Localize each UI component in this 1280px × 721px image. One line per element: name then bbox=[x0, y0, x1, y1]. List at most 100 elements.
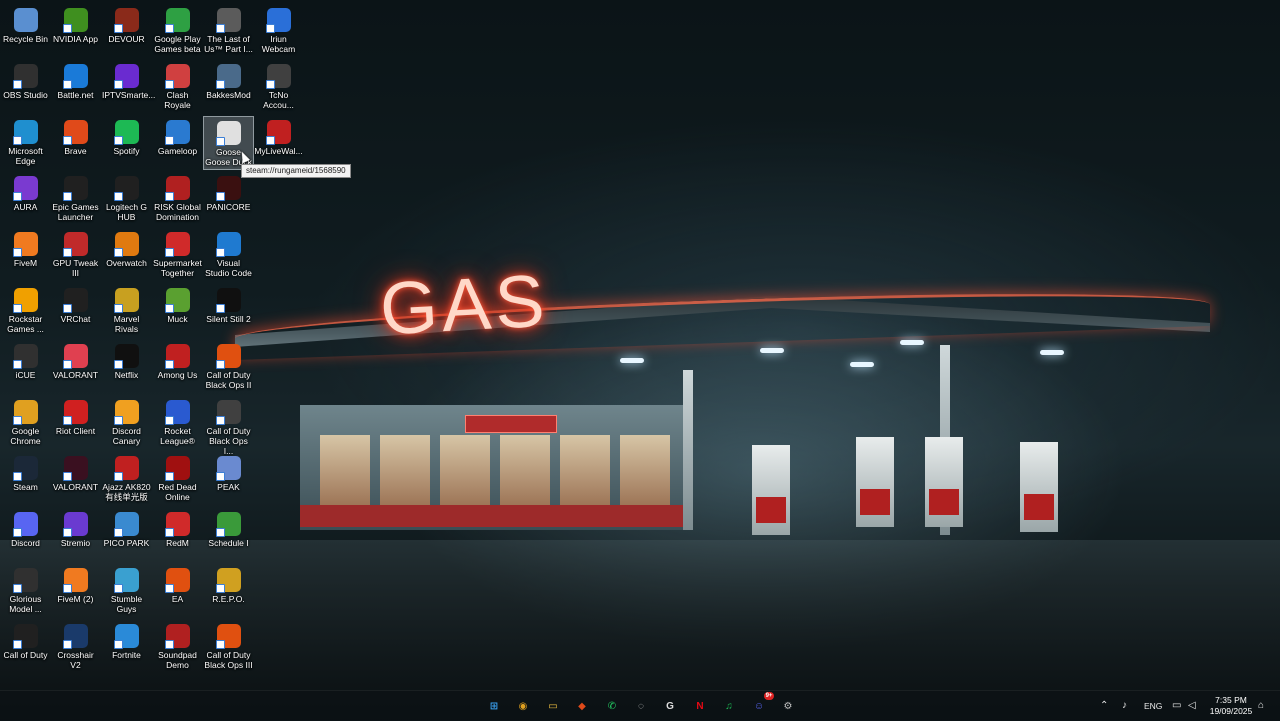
taskbar-clock[interactable]: 7:35 PM 19/09/2025 bbox=[1208, 695, 1254, 717]
wallpaper-store-window bbox=[620, 435, 670, 505]
desktop-shortcut[interactable]: Logitech G HUB bbox=[101, 172, 152, 226]
desktop-shortcut[interactable]: DEVOUR bbox=[101, 4, 152, 58]
desktop-shortcut[interactable]: Supermarket Together bbox=[152, 228, 203, 282]
desktop-shortcut[interactable]: AURA bbox=[0, 172, 51, 226]
spotify-taskbar-icon[interactable]: ♫ bbox=[719, 696, 739, 716]
desktop-shortcut[interactable]: Silent Still 2 bbox=[203, 284, 254, 338]
desktop-shortcut[interactable]: VALORANT bbox=[50, 452, 101, 506]
microphone-icon[interactable]: ♪ bbox=[1122, 700, 1127, 711]
file-explorer-taskbar-icon[interactable]: ▭ bbox=[543, 696, 563, 716]
desktop-shortcut-label: TcNo Accou... bbox=[263, 90, 294, 110]
desktop-shortcut[interactable]: Stumble Guys bbox=[101, 564, 152, 618]
desktop-shortcut-label: Spotify bbox=[113, 146, 140, 156]
desktop-shortcut[interactable]: Glorious Model ... bbox=[0, 564, 51, 618]
desktop-shortcut[interactable]: Battle.net bbox=[50, 60, 101, 114]
desktop-shortcut[interactable]: TcNo Accou... bbox=[253, 60, 304, 114]
desktop-shortcut[interactable]: RISK Global Domination bbox=[152, 172, 203, 226]
whatsapp-taskbar-icon[interactable]: ✆ bbox=[602, 696, 622, 716]
desktop-shortcut[interactable]: PEAK bbox=[203, 452, 254, 506]
desktop-shortcut[interactable]: Call of Duty Black Ops III bbox=[203, 620, 254, 674]
desktop-shortcut[interactable]: Riot Client bbox=[50, 396, 101, 450]
desktop-shortcut-label: R.E.P.O. bbox=[212, 594, 245, 604]
desktop-shortcut-label: FiveM bbox=[13, 258, 38, 268]
wallpaper-light bbox=[620, 358, 644, 363]
gpu-tweak-icon bbox=[62, 232, 88, 257]
desktop-shortcut[interactable]: Crosshair V2 bbox=[50, 620, 101, 674]
desktop-shortcut[interactable]: Overwatch bbox=[101, 228, 152, 282]
desktop-shortcut[interactable]: NVIDIA App bbox=[50, 4, 101, 58]
icue-icon bbox=[12, 344, 38, 369]
desktop-shortcut-label: Among Us bbox=[157, 370, 198, 380]
desktop-shortcut[interactable]: Brave bbox=[50, 116, 101, 170]
desktop-shortcut[interactable]: Clash Royale bbox=[152, 60, 203, 114]
desktop-shortcut[interactable]: Google Chrome bbox=[0, 396, 51, 450]
desktop-shortcut-label: VALORANT bbox=[52, 370, 99, 380]
desktop-shortcut[interactable]: VALORANT bbox=[50, 340, 101, 394]
desktop-shortcut[interactable]: PICO PARK bbox=[101, 508, 152, 562]
brave-taskbar-icon[interactable]: ◆ bbox=[572, 696, 592, 716]
desktop-shortcut[interactable]: Ajazz AK820 有线单光版 bbox=[101, 452, 152, 506]
steam-taskbar-icon[interactable]: ⚙ bbox=[778, 696, 798, 716]
app-circle-taskbar-icon[interactable]: ◌ bbox=[631, 696, 651, 716]
chrome-taskbar-icon[interactable]: ◉ bbox=[513, 696, 533, 716]
desktop-shortcut[interactable]: RedM bbox=[152, 508, 203, 562]
desktop-shortcut[interactable]: Among Us bbox=[152, 340, 203, 394]
desktop-shortcut[interactable]: Stremio bbox=[50, 508, 101, 562]
desktop-shortcut[interactable]: Red Dead Online bbox=[152, 452, 203, 506]
desktop-shortcut[interactable]: R.E.P.O. bbox=[203, 564, 254, 618]
desktop-shortcut[interactable]: iCUE bbox=[0, 340, 51, 394]
desktop-shortcut[interactable]: VRChat bbox=[50, 284, 101, 338]
desktop-shortcut[interactable]: Marvel Rivals bbox=[101, 284, 152, 338]
desktop-shortcut[interactable]: Netflix bbox=[101, 340, 152, 394]
network-icon[interactable]: ▭ bbox=[1172, 700, 1181, 711]
desktop-shortcut[interactable]: Call of Duty Black Ops I... bbox=[203, 396, 254, 456]
desktop-shortcut[interactable]: Call of Duty bbox=[0, 620, 51, 674]
desktop-shortcut[interactable]: Discord Canary bbox=[101, 396, 152, 450]
desktop-shortcut[interactable]: Soundpad Demo bbox=[152, 620, 203, 674]
desktop-shortcut[interactable]: Iriun Webcam bbox=[253, 4, 304, 58]
desktop-shortcut[interactable]: Muck bbox=[152, 284, 203, 338]
desktop-shortcut[interactable]: Steam bbox=[0, 452, 51, 506]
repo-icon bbox=[215, 568, 241, 593]
desktop-shortcut[interactable]: Spotify bbox=[101, 116, 152, 170]
goose-goose-duck-icon bbox=[215, 121, 241, 146]
desktop-shortcut[interactable]: Fortnite bbox=[101, 620, 152, 674]
call-of-duty-bo-icon bbox=[215, 400, 241, 425]
desktop-shortcut[interactable]: Recycle Bin bbox=[0, 4, 51, 58]
desktop-shortcut[interactable]: Epic Games Launcher bbox=[50, 172, 101, 226]
discord-taskbar-icon[interactable]: ☺ 9+ bbox=[749, 692, 774, 716]
desktop-shortcut[interactable]: BakkesMod bbox=[203, 60, 254, 114]
desktop-shortcut[interactable]: IPTVSmarte... bbox=[101, 60, 155, 114]
desktop-shortcut[interactable]: Google Play Games beta bbox=[152, 4, 203, 58]
desktop-shortcut[interactable]: Rockstar Games ... bbox=[0, 284, 51, 338]
notifications-bell-icon[interactable]: ⌂ bbox=[1258, 700, 1264, 711]
start-button[interactable]: ⊞ bbox=[484, 696, 504, 716]
desktop-shortcut[interactable]: Microsoft Edge bbox=[0, 116, 51, 170]
desktop-shortcut[interactable]: OBS Studio bbox=[0, 60, 51, 114]
desktop-shortcut-label: Call of Duty bbox=[3, 650, 48, 660]
desktop-shortcut[interactable]: Visual Studio Code bbox=[203, 228, 254, 282]
desktop-shortcut[interactable]: PANICORE bbox=[203, 172, 254, 226]
desktop-shortcut[interactable]: Rocket League® bbox=[152, 396, 203, 450]
desktop-shortcut[interactable]: Goose Goose Duck bbox=[203, 116, 254, 170]
desktop-shortcut[interactable]: Gameloop bbox=[152, 116, 203, 170]
discord-icon bbox=[12, 512, 38, 537]
netflix-taskbar-icon[interactable]: N bbox=[690, 696, 710, 716]
desktop-shortcut[interactable]: Schedule I bbox=[203, 508, 254, 562]
desktop-shortcut-label: VRChat bbox=[60, 314, 91, 324]
wallpaper-store-window bbox=[380, 435, 430, 505]
desktop-shortcut[interactable]: MyLiveWal... bbox=[253, 116, 304, 170]
desktop-shortcut[interactable]: EA bbox=[152, 564, 203, 618]
desktop-shortcut[interactable]: Discord bbox=[0, 508, 51, 562]
desktop-shortcut[interactable]: GPU Tweak III bbox=[50, 228, 101, 282]
desktop-shortcut[interactable]: Call of Duty Black Ops II bbox=[203, 340, 254, 394]
desktop-shortcut[interactable]: FiveM (2) bbox=[50, 564, 101, 618]
volume-icon[interactable]: ◁ bbox=[1188, 700, 1196, 711]
input-language-indicator[interactable]: ENG bbox=[1144, 701, 1162, 711]
logitech-taskbar-icon[interactable]: G bbox=[660, 696, 680, 716]
wallpaper-pump bbox=[1020, 442, 1058, 532]
desktop-shortcut[interactable]: The Last of Us™ Part I... bbox=[203, 4, 254, 58]
notification-badge: 9+ bbox=[764, 692, 774, 700]
show-hidden-icons-chevron-icon[interactable]: ⌃ bbox=[1100, 700, 1108, 711]
desktop-shortcut[interactable]: FiveM bbox=[0, 228, 51, 282]
